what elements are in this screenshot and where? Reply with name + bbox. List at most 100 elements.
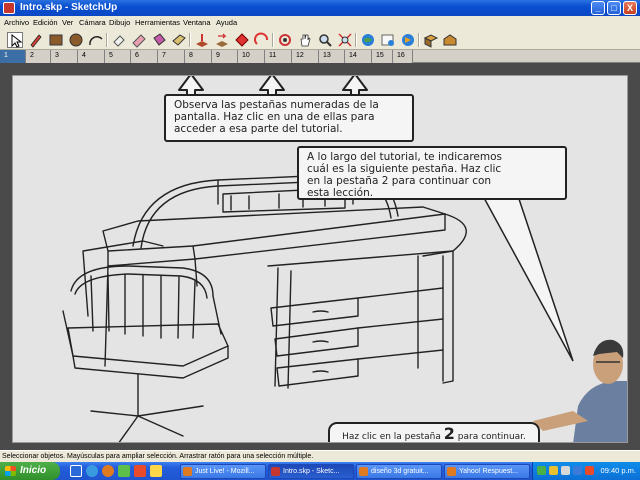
maximize-button[interactable]: □: [607, 1, 621, 15]
toolbar-separator: [272, 33, 274, 47]
bubble2-line3: en la pestaña 2 para continuar con: [307, 175, 492, 187]
desktop-icon[interactable]: [70, 465, 82, 477]
push-pull-icon[interactable]: [171, 32, 187, 48]
tape-measure-icon[interactable]: [131, 32, 147, 48]
task-label: Just Live! - Mozill...: [195, 468, 255, 475]
zoom-icon[interactable]: [317, 32, 333, 48]
task-design[interactable]: diseño 3d gratuit...: [356, 464, 442, 479]
move-icon[interactable]: [214, 32, 230, 48]
toolbar-separator: [189, 33, 191, 47]
media-icon[interactable]: [134, 465, 146, 477]
tabs-hint-bubble: Observa las pestañas numeradas de la pan…: [164, 94, 414, 142]
tab-11[interactable]: 11: [265, 50, 292, 63]
circle-icon[interactable]: [68, 32, 84, 48]
task-yahoo[interactable]: Yahoo! Respuest...: [444, 464, 530, 479]
offset-icon[interactable]: [254, 32, 270, 48]
google-earth-icon[interactable]: [360, 32, 376, 48]
toolbar-separator: [355, 33, 357, 47]
tab-6[interactable]: 6: [131, 50, 158, 63]
toolbar-separator: [418, 33, 420, 47]
warehouse-icon[interactable]: [442, 32, 458, 48]
menu-ventana[interactable]: Ventana: [183, 18, 211, 27]
zoom-extents-icon[interactable]: [337, 32, 353, 48]
continue-prompt: Haz clic en la pestaña 2 para continuar.: [328, 422, 540, 442]
tab-15[interactable]: 15: [372, 50, 393, 63]
menu-bar: Archivo Edición Ver Cámara Dibujo Herram…: [0, 16, 640, 30]
menu-dibujo[interactable]: Dibujo: [109, 18, 130, 27]
security-icon[interactable]: [549, 466, 558, 475]
share-model-icon[interactable]: [400, 32, 416, 48]
eraser-icon[interactable]: [111, 32, 127, 48]
rotate-icon[interactable]: [234, 32, 250, 48]
orbit-icon[interactable]: [277, 32, 293, 48]
firefox-icon: [359, 467, 368, 476]
task-label: Intro.skp - Sketc...: [283, 468, 340, 475]
menu-ver[interactable]: Ver: [62, 18, 73, 27]
close-button[interactable]: X: [623, 1, 637, 15]
minimize-button[interactable]: _: [591, 1, 605, 15]
tab-16[interactable]: 16: [393, 50, 413, 63]
next-tab-hint-bubble: A lo largo del tutorial, te indicaremos …: [297, 146, 567, 200]
follow-me-icon[interactable]: [194, 32, 210, 48]
folder-icon[interactable]: [150, 465, 162, 477]
pan-icon[interactable]: [297, 32, 313, 48]
bubble2-line1: A lo largo del tutorial, te indicaremos: [307, 151, 503, 163]
components-icon[interactable]: [423, 32, 439, 48]
viewport[interactable]: Observa las pestañas numeradas de la pan…: [0, 63, 640, 450]
update-icon[interactable]: [573, 466, 582, 475]
toolbar-separator: [106, 33, 108, 47]
menu-edicion[interactable]: Edición: [33, 18, 58, 27]
start-button[interactable]: Inicio: [0, 462, 60, 480]
scene-tabs: 1 2 3 4 5 6 7 8 9 10 11 12 13 14 15 16: [0, 50, 640, 63]
firefox-icon: [447, 467, 456, 476]
tab-13[interactable]: 13: [319, 50, 345, 63]
tab-12[interactable]: 12: [292, 50, 319, 63]
tab-9[interactable]: 9: [212, 50, 238, 63]
bubble1-line3: acceder a esa parte del tutorial.: [174, 123, 343, 135]
toolbar: [0, 30, 640, 50]
bubble-tail: [482, 195, 574, 362]
tab-3[interactable]: 3: [51, 50, 78, 63]
firefox-icon: [183, 467, 192, 476]
sketchup-icon: [271, 467, 280, 476]
instructor-illustration: [533, 339, 627, 442]
pencil-icon[interactable]: [28, 32, 44, 48]
tab-7[interactable]: 7: [158, 50, 185, 63]
task-label: Yahoo! Respuest...: [459, 468, 519, 475]
network-icon[interactable]: [537, 466, 546, 475]
tab-8[interactable]: 8: [185, 50, 212, 63]
paint-bucket-icon[interactable]: [151, 32, 167, 48]
arc-icon[interactable]: [88, 32, 104, 48]
bubble1-line1: Observa las pestañas numeradas de la: [174, 99, 379, 111]
menu-camara[interactable]: Cámara: [79, 18, 106, 27]
start-label: Inicio: [20, 465, 47, 476]
task-firefox[interactable]: Just Live! - Mozill...: [180, 464, 266, 479]
messenger-icon[interactable]: [118, 465, 130, 477]
menu-herramientas[interactable]: Herramientas: [135, 18, 180, 27]
select-icon[interactable]: [7, 32, 23, 48]
bubble2-line4: esta lección.: [307, 187, 374, 199]
tab-2[interactable]: 2: [26, 50, 51, 63]
rectangle-icon[interactable]: [48, 32, 64, 48]
task-sketchup[interactable]: Intro.skp - Sketc...: [268, 464, 354, 479]
title-bar: Intro.skp - SketchUp _ □ X: [0, 0, 640, 16]
ie-icon[interactable]: [86, 465, 98, 477]
tab-4[interactable]: 4: [78, 50, 105, 63]
taskbar: Inicio Just Live! - Mozill... Intro.skp …: [0, 462, 640, 480]
menu-archivo[interactable]: Archivo: [4, 18, 29, 27]
firefox-icon[interactable]: [102, 465, 114, 477]
bubble2-line2: cuál es la siguiente pestaña. Haz clic: [307, 163, 502, 175]
sketchup-app-icon: [3, 2, 15, 14]
status-bar: Seleccionar objetos. Mayúsculas para amp…: [0, 450, 640, 462]
get-models-icon[interactable]: [380, 32, 396, 48]
drawing-canvas[interactable]: Observa las pestañas numeradas de la pan…: [12, 75, 628, 443]
menu-ayuda[interactable]: Ayuda: [216, 18, 237, 27]
tab-1[interactable]: 1: [0, 50, 26, 63]
tab-14[interactable]: 14: [345, 50, 372, 63]
clock: 09:40 p.m.: [600, 466, 636, 475]
cta-text-before: Haz clic en la pestaña: [342, 432, 441, 442]
tab-5[interactable]: 5: [105, 50, 131, 63]
antivirus-icon[interactable]: [585, 466, 594, 475]
volume-icon[interactable]: [561, 466, 570, 475]
tab-10[interactable]: 10: [238, 50, 265, 63]
